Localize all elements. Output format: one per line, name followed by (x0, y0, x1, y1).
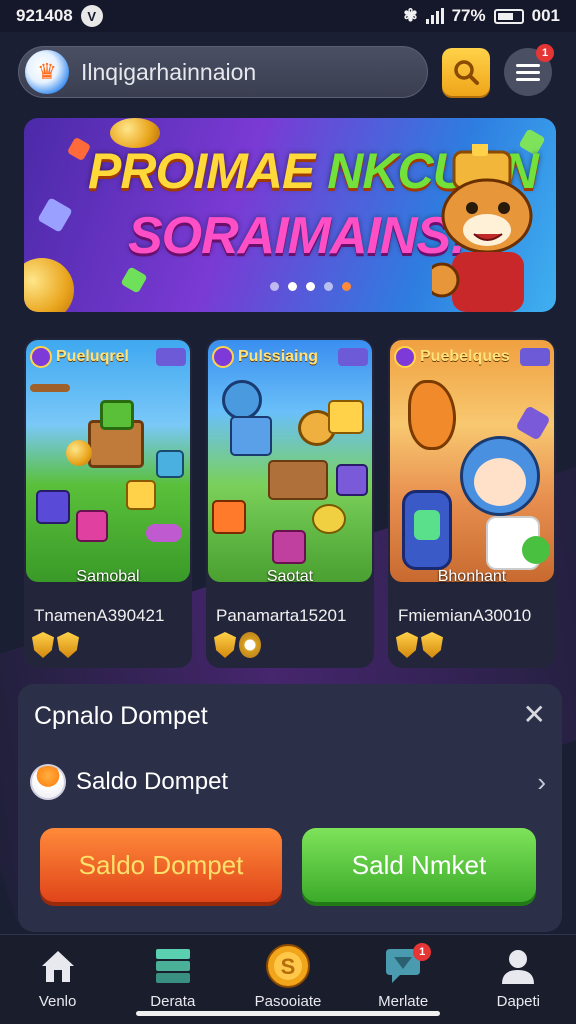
nav-label: Merlate (378, 993, 429, 1010)
wallet-row-label: Saldo Dompet (76, 768, 229, 795)
wallet-panel: Cpnalo Dompet ✕ Saldo Dompet › Saldo Dom… (18, 684, 562, 932)
game-card-art-label: Samobal (76, 568, 140, 585)
tag-badge-icon (520, 348, 550, 366)
status-extra: 001 (531, 6, 560, 25)
banner-pagination[interactable] (270, 282, 351, 291)
nav-item-home[interactable]: Venlo (8, 943, 108, 1010)
game-card[interactable]: Pueluqrel Samobal TnamenA390421 (24, 338, 192, 668)
profile-icon (495, 943, 541, 989)
app-header: ♛ Ilnqigarhainnaion 1 (0, 36, 576, 108)
game-card-art (390, 340, 554, 582)
nav-notification-badge: 1 (413, 943, 432, 961)
nav-label: Derata (150, 993, 196, 1010)
game-card-rating (32, 632, 79, 658)
home-icon (35, 943, 81, 989)
pagination-dot[interactable] (306, 282, 315, 291)
game-card-art-label: Saotat (266, 568, 314, 585)
nav-label: Dapeti (496, 993, 541, 1010)
shield-icon (421, 632, 443, 658)
shield-icon (396, 632, 418, 658)
search-bar[interactable]: ♛ Ilnqigarhainnaion (18, 46, 428, 98)
game-card-title: Panamarta15201 (216, 606, 347, 625)
status-bar: 921408 V ✾ 77% 001 (0, 0, 576, 32)
gem-decoration (120, 266, 148, 294)
nav-item-dapeti[interactable]: Dapeti (468, 943, 568, 1010)
coin-decoration (24, 258, 74, 312)
shield-icon (32, 632, 54, 658)
pagination-dot[interactable] (270, 282, 279, 291)
hamburger-icon (516, 60, 540, 85)
game-card-tag: Puebelques (394, 344, 550, 370)
mascot-character-icon (432, 144, 533, 312)
close-icon[interactable]: ✕ (523, 698, 546, 731)
tag-badge-icon (338, 348, 368, 366)
game-card-rating (214, 632, 261, 658)
shield-icon (57, 632, 79, 658)
battery-icon (493, 8, 524, 24)
wallet-balance-row[interactable]: Saldo Dompet › (30, 760, 546, 804)
coin-icon (239, 632, 261, 658)
game-card-art-label: Bhonhant (437, 568, 507, 585)
game-card[interactable]: Pulssiaing Saotat Panamarta15201 (206, 338, 374, 668)
app-logo-icon: ♛ (25, 50, 69, 94)
nav-item-derata[interactable]: Derata (123, 943, 223, 1010)
signal-icon (425, 8, 444, 24)
game-card-tag: Pueluqrel (30, 344, 186, 370)
svg-text:S: S (281, 954, 296, 979)
game-card[interactable]: Puebelques Bhonhant FmiemianA30010 (388, 338, 556, 668)
secondary-wallet-button[interactable]: Sald Nmket (302, 828, 536, 902)
game-card-list: Pueluqrel Samobal TnamenA390421 Pulssiai… (24, 338, 556, 668)
nav-item-merlate[interactable]: 1 Merlate (353, 943, 453, 1010)
coin-icon: S (265, 943, 311, 989)
gem-decoration (37, 197, 73, 233)
search-icon (454, 60, 479, 85)
nav-item-pasooiate[interactable]: S Pasooiate (238, 943, 338, 1010)
game-card-art (26, 340, 190, 582)
banner-subtitle: SORAIMAINS! (128, 207, 468, 265)
wallet-title: Cpnalo Dompet (34, 702, 208, 730)
pagination-dot-active[interactable] (342, 282, 351, 291)
nav-label: Pasooiate (254, 993, 322, 1010)
game-card-title: TnamenA390421 (34, 606, 165, 625)
game-card-rating (396, 632, 443, 658)
stack-icon (150, 943, 196, 989)
search-button[interactable] (442, 48, 490, 96)
game-card-title: FmiemianA30010 (398, 606, 532, 625)
tag-icon (212, 346, 234, 368)
home-indicator[interactable] (136, 1011, 440, 1016)
menu-button[interactable]: 1 (504, 44, 554, 96)
chevron-right-icon: › (537, 766, 546, 797)
tag-badge-icon (156, 348, 186, 366)
wallet-avatar-icon (30, 764, 66, 800)
bottom-navigation: Venlo Derata S Pasooiate 1 Merlate Dapet… (0, 934, 576, 1024)
nav-label: Venlo (38, 993, 77, 1010)
game-card-tag: Pulssiaing (212, 344, 368, 370)
tag-icon (394, 346, 416, 368)
pagination-dot[interactable] (288, 282, 297, 291)
pagination-dot[interactable] (324, 282, 333, 291)
tag-icon (30, 346, 52, 368)
menu-notification-badge: 1 (536, 44, 554, 62)
game-card-art (208, 340, 372, 582)
shield-icon (214, 632, 236, 658)
search-input[interactable]: Ilnqigarhainnaion (81, 59, 256, 86)
battery-percent: 77% (451, 6, 486, 25)
promo-banner[interactable]: PROIMAE NKCUAN SORAIMAINS! (24, 118, 556, 312)
carrier-icon: V (80, 5, 103, 27)
status-time: 921408 (16, 6, 73, 25)
network-icon: ✾ (403, 6, 418, 25)
saldo-dompet-button[interactable]: Saldo Dompet (40, 828, 282, 902)
